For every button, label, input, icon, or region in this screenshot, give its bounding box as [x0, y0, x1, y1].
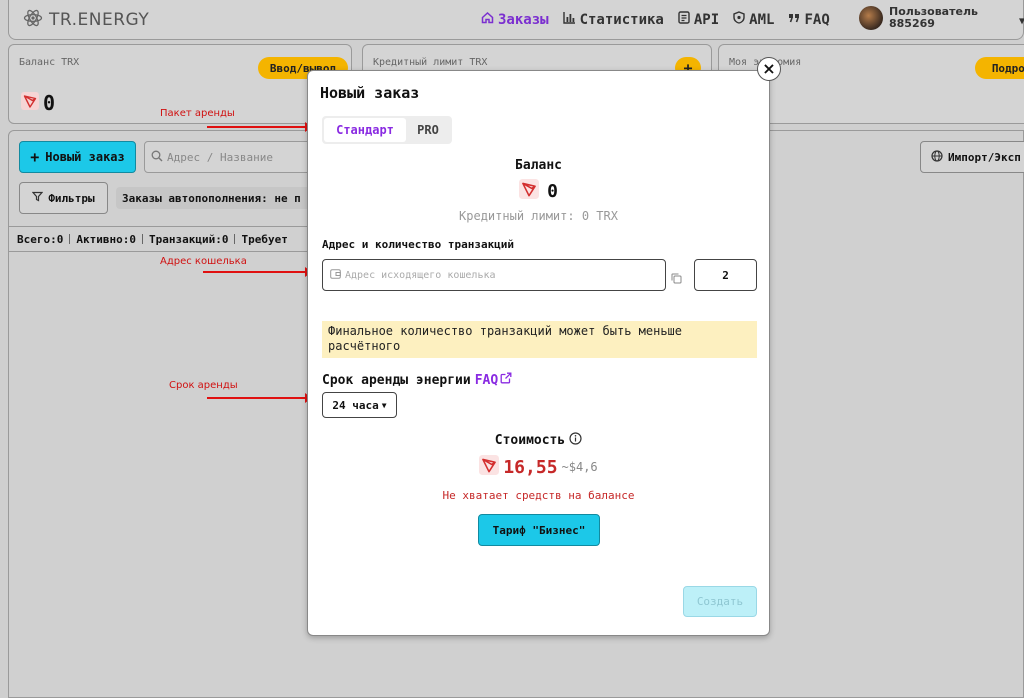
wallet-icon — [330, 268, 341, 282]
search-input[interactable]: Адрес / Название — [144, 141, 314, 173]
cost-label: Стоимость — [308, 432, 769, 449]
plus-icon: + — [30, 148, 40, 166]
logo[interactable]: TR.ENERGY — [23, 8, 149, 32]
search-icon — [151, 150, 163, 165]
import-export-label: Импорт/Эксп — [948, 150, 1021, 164]
top-header: TR.ENERGY Заказы Статистика API AML FAQ … — [8, 0, 1024, 40]
annotation-term: Срок аренды — [169, 380, 238, 391]
copy-icon[interactable] — [671, 269, 682, 288]
import-export-button[interactable]: Импорт/Эксп — [920, 141, 1024, 173]
warning-banner: Финальное количество транзакций может бы… — [322, 321, 757, 358]
cost-label-text: Стоимость — [494, 433, 566, 448]
main-nav: Заказы Статистика API AML FAQ — [481, 11, 830, 28]
create-button[interactable]: Создать — [683, 586, 757, 617]
balance-card-label: Баланс TRX — [19, 57, 80, 68]
filter-icon — [31, 191, 44, 205]
logo-text: TR.ENERGY — [49, 10, 150, 30]
avatar — [859, 6, 883, 30]
globe-icon — [931, 149, 943, 165]
modal-balance-amount: 0 — [547, 181, 558, 202]
rental-term-value: 24 часа — [332, 398, 379, 412]
nav-api[interactable]: API — [678, 11, 719, 28]
cost-value: 16,55 ~$4,6 — [308, 455, 769, 479]
new-order-button[interactable]: + Новый заказ — [19, 141, 136, 173]
package-tabs: Стандарт PRO — [322, 116, 452, 144]
stat-transactions: Транзакций:0 — [148, 232, 229, 246]
insufficient-funds-message: Не хватает средств на балансе — [442, 489, 635, 502]
stats-divider — [234, 234, 236, 244]
external-link-icon — [500, 372, 512, 388]
caret-down-icon: ▼ — [381, 400, 387, 410]
transactions-quantity-input[interactable]: 2 — [694, 259, 757, 291]
modal-balance-label: Баланс — [515, 158, 562, 173]
details-button[interactable]: Подробн — [975, 57, 1024, 79]
rental-term-text: Срок аренды энергии — [322, 372, 471, 388]
stat-requires: Требует — [241, 232, 288, 246]
shield-icon — [733, 11, 745, 28]
annotation-arrow — [203, 267, 312, 277]
nav-api-label: API — [693, 11, 720, 28]
user-info: Пользователь 885269 — [889, 6, 978, 30]
cost-amount: 16,55 — [503, 456, 558, 478]
address-label: Адрес и количество транзакций — [322, 238, 515, 251]
rental-term-label: Срок аренды энергии FAQ — [322, 372, 512, 388]
wallet-address-input[interactable]: Адрес исходящего кошелька — [322, 259, 666, 291]
user-menu[interactable]: Пользователь 885269 — [859, 6, 978, 30]
stats-bar: Всего:0 Активно:0 Транзакций:0 Требует — [9, 226, 309, 252]
wallet-address-placeholder: Адрес исходящего кошелька — [345, 269, 496, 281]
atom-icon — [23, 8, 43, 32]
annotation-arrow — [207, 393, 312, 403]
stats-divider — [69, 234, 71, 244]
document-icon — [678, 11, 690, 28]
nav-aml-label: AML — [749, 11, 775, 28]
credit-limit-text: Кредитный лимит: 0 TRX — [459, 209, 618, 223]
tron-icon — [519, 179, 540, 204]
term-faq-link[interactable]: FAQ — [475, 372, 512, 388]
tron-icon — [21, 91, 39, 115]
stats-divider — [141, 234, 143, 244]
annotation-wallet: Адрес кошелька — [160, 256, 247, 267]
user-id: 885269 — [889, 17, 935, 30]
annotation-package: Пакет аренды — [160, 108, 235, 119]
tab-pro[interactable]: PRO — [406, 118, 450, 142]
search-placeholder: Адрес / Название — [167, 150, 273, 164]
tron-icon — [479, 455, 500, 479]
stat-active: Активно:0 — [76, 232, 136, 246]
nav-faq-label: FAQ — [804, 11, 830, 28]
balance-card-amount: 0 — [43, 91, 56, 115]
credit-limit-card-label: Кредитный лимит TRX — [373, 57, 488, 68]
home-icon — [481, 11, 494, 28]
new-order-label: Новый заказ — [45, 150, 125, 164]
nav-statistics[interactable]: Статистика — [562, 11, 664, 28]
autofill-chip[interactable]: Заказы автопополнения: не п — [116, 187, 316, 209]
chevron-down-icon[interactable]: ▼ — [1019, 16, 1024, 27]
nav-faq[interactable]: FAQ — [788, 11, 830, 28]
close-icon: × — [762, 59, 776, 78]
bar-chart-icon — [562, 11, 576, 28]
nav-orders[interactable]: Заказы — [481, 11, 549, 28]
balance-card-value: 0 — [21, 91, 55, 115]
cost-usd: ~$4,6 — [561, 460, 598, 474]
business-tariff-button[interactable]: Тариф "Бизнес" — [478, 514, 600, 546]
annotation-arrow — [207, 122, 312, 132]
info-icon[interactable] — [569, 432, 582, 449]
quote-icon — [788, 12, 800, 28]
rental-term-select[interactable]: 24 часа ▼ — [322, 392, 397, 418]
close-modal-button[interactable]: × — [757, 57, 781, 81]
term-faq-label: FAQ — [474, 372, 499, 388]
tab-standard[interactable]: Стандарт — [324, 118, 406, 142]
stat-total: Всего:0 — [17, 232, 64, 246]
nav-orders-label: Заказы — [498, 11, 549, 28]
nav-aml[interactable]: AML — [733, 11, 774, 28]
filters-button[interactable]: Фильтры — [19, 182, 108, 214]
modal-title: Новый заказ — [320, 84, 420, 102]
filters-label: Фильтры — [48, 191, 95, 205]
nav-statistics-label: Статистика — [579, 11, 664, 28]
modal-balance-value: 0 — [308, 179, 769, 204]
new-order-modal: Новый заказ Стандарт PRO Баланс 0 Кредит… — [307, 70, 770, 636]
